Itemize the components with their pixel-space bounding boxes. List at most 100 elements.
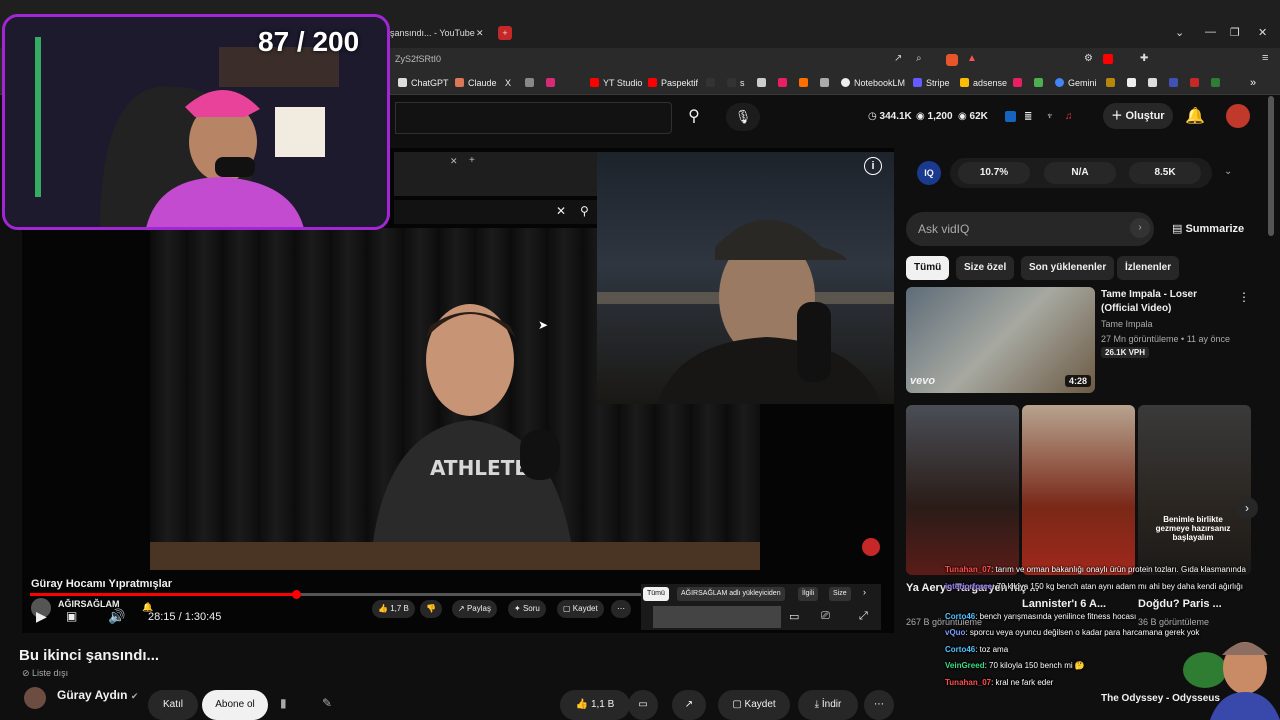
- bookmark-ext-2[interactable]: [778, 76, 791, 90]
- channel-extra-icon[interactable]: ▮: [280, 696, 287, 710]
- info-icon[interactable]: i: [864, 157, 882, 175]
- bookmark-tiktok[interactable]: [706, 76, 719, 90]
- bookmark-gemini[interactable]: Gemini: [1055, 76, 1097, 90]
- progress-scrubber[interactable]: [292, 590, 301, 599]
- summarize-button[interactable]: ▤ Summarize: [1172, 222, 1244, 235]
- chip-recent[interactable]: Son yüklenenler: [1021, 256, 1115, 280]
- save-button[interactable]: ▢ Kaydet: [718, 690, 790, 720]
- vidiq-icon[interactable]: [1005, 111, 1016, 122]
- tab-close-icon[interactable]: ✕: [476, 22, 484, 44]
- bookmark-notebooklm[interactable]: NotebookLM: [841, 76, 905, 90]
- search-input[interactable]: [395, 102, 672, 134]
- bookmark-threads[interactable]: [525, 76, 538, 90]
- bookmark-ext-3[interactable]: [799, 76, 812, 90]
- tab-list-chevron-icon[interactable]: ⌄: [1175, 26, 1184, 39]
- avatar[interactable]: [1226, 104, 1250, 128]
- bookmarks-overflow-icon[interactable]: »: [1250, 76, 1256, 90]
- bookmark-ext-5[interactable]: [1013, 76, 1026, 90]
- bookmark-ext-8[interactable]: [1127, 76, 1140, 90]
- rec-channel[interactable]: Tame Impala: [1101, 319, 1153, 329]
- menu-icon[interactable]: ≡: [1262, 52, 1268, 64]
- chip-for-you[interactable]: Size özel: [956, 256, 1015, 280]
- subscribe-button[interactable]: Abone ol: [202, 690, 268, 720]
- download-button[interactable]: ⤓ İndir: [798, 690, 858, 720]
- youtube-extension-icon[interactable]: [1103, 54, 1113, 64]
- sidebar-scrollbar[interactable]: [1268, 96, 1274, 236]
- bookmark-paspektif[interactable]: Paspektif: [648, 76, 698, 90]
- share-icon[interactable]: ↗: [672, 690, 706, 720]
- bookmark-ext-11[interactable]: [1190, 76, 1203, 90]
- player-related-thumbs[interactable]: [653, 606, 781, 628]
- browser-tab[interactable]: şansındı... - YouTube ✕: [390, 22, 490, 44]
- bookmark-instagram[interactable]: [546, 76, 559, 90]
- bookmark-ext-6[interactable]: [1034, 76, 1047, 90]
- bookmark-tiktok-s[interactable]: s: [727, 76, 745, 90]
- search-icon[interactable]: ⚲: [676, 102, 712, 132]
- bookmark-ext-4[interactable]: [820, 76, 833, 90]
- bookmark-stripe[interactable]: Stripe: [913, 76, 950, 90]
- microphone-icon[interactable]: 🎙: [726, 103, 760, 131]
- short-title-2[interactable]: Lannister'ı 6 A...: [1022, 598, 1106, 610]
- list-icon[interactable]: ≣: [1024, 111, 1032, 122]
- notifications-icon[interactable]: 🔔: [1185, 106, 1205, 126]
- create-button[interactable]: ＋ Oluştur: [1103, 103, 1173, 129]
- restore-icon[interactable]: ❐: [1230, 26, 1240, 39]
- player-chip-next-icon[interactable]: ›: [863, 587, 866, 597]
- join-button[interactable]: Katıl: [148, 690, 198, 720]
- bookmark-adsense[interactable]: adsense: [960, 76, 1007, 90]
- player-chip-all[interactable]: Tümü: [643, 587, 669, 601]
- rec-title[interactable]: Tame Impala - Loser (Official Video): [1101, 288, 1231, 316]
- alert-bell-icon[interactable]: ♫: [1065, 111, 1073, 122]
- puzzle-icon[interactable]: ✚: [1140, 53, 1148, 64]
- bookmark-ext-12[interactable]: [1211, 76, 1224, 90]
- bookmark-ext-7[interactable]: [1106, 76, 1119, 90]
- player-more-icon[interactable]: ⋯: [611, 600, 631, 618]
- short-thumbnail-1[interactable]: [906, 405, 1019, 575]
- comment-icon[interactable]: ▭: [628, 690, 658, 720]
- vidiq-logo[interactable]: IQ: [917, 161, 941, 185]
- bookmark-ext-1[interactable]: [757, 76, 770, 90]
- channel-avatar[interactable]: [24, 687, 46, 709]
- brave-shield-icon[interactable]: [946, 54, 958, 66]
- player-chip-for-you[interactable]: Size: [829, 587, 851, 601]
- player-bell-icon[interactable]: 🔔: [142, 602, 153, 613]
- bookmark-ext-10[interactable]: [1169, 76, 1182, 90]
- player-chip-uploader[interactable]: AĞIRSAĞLAM adlı yükleyiciden: [677, 587, 785, 601]
- open-external-icon[interactable]: ↗: [894, 53, 902, 64]
- play-icon[interactable]: ▶: [36, 608, 47, 625]
- channel-watermark-icon[interactable]: [862, 538, 880, 556]
- chip-watched[interactable]: İzlenenler: [1117, 256, 1180, 280]
- short-thumbnail-3[interactable]: Benimle birlikte gezmeye hazırsanız başl…: [1138, 405, 1251, 575]
- captions-icon[interactable]: ▭: [789, 610, 799, 623]
- miniplayer-icon[interactable]: ▣: [66, 609, 77, 623]
- player-chip-related[interactable]: İlgili: [798, 587, 819, 601]
- player-ask-button[interactable]: ✦ Soru: [508, 600, 546, 618]
- shorts-next-icon[interactable]: ›: [1236, 497, 1258, 519]
- rec-more-icon[interactable]: ⋮: [1238, 290, 1250, 304]
- volume-icon[interactable]: 🔊: [108, 608, 125, 625]
- minimize-icon[interactable]: —: [1205, 26, 1216, 38]
- channel-tools-icon[interactable]: ✎: [322, 696, 332, 710]
- player-save-button[interactable]: ▢ Kaydet: [557, 600, 604, 618]
- cast-icon[interactable]: ⎚: [821, 610, 830, 623]
- bookmark-yt-studio[interactable]: YT Studio: [590, 76, 642, 90]
- player-dislike-button[interactable]: 👎: [420, 600, 442, 618]
- rec-thumbnail[interactable]: vevo 4:28: [906, 287, 1095, 393]
- bookmark-chatgpt[interactable]: ChatGPT: [398, 76, 449, 90]
- new-tab-button[interactable]: +: [498, 26, 512, 40]
- bookmark-x[interactable]: X: [505, 76, 511, 90]
- trophy-icon[interactable]: ♆: [1046, 111, 1054, 122]
- fullscreen-icon[interactable]: ⤢: [859, 610, 868, 623]
- chip-all[interactable]: Tümü: [906, 256, 950, 280]
- more-actions-icon[interactable]: ⋯: [864, 690, 894, 720]
- window-close-icon[interactable]: ✕: [1258, 26, 1267, 39]
- ask-send-icon[interactable]: ›: [1130, 218, 1150, 238]
- player-like-button[interactable]: 👍 1,7 B: [372, 600, 415, 618]
- bookmark-claude[interactable]: Claude: [455, 76, 497, 90]
- channel-name[interactable]: Güray Aydın ✔: [57, 688, 138, 702]
- zoom-icon[interactable]: ⌕: [916, 53, 922, 64]
- like-button[interactable]: 👍 1,1 B: [560, 690, 630, 720]
- rewards-icon[interactable]: ▲: [967, 53, 977, 64]
- short-thumbnail-2[interactable]: [1022, 405, 1135, 575]
- bookmark-ext-9[interactable]: [1148, 76, 1161, 90]
